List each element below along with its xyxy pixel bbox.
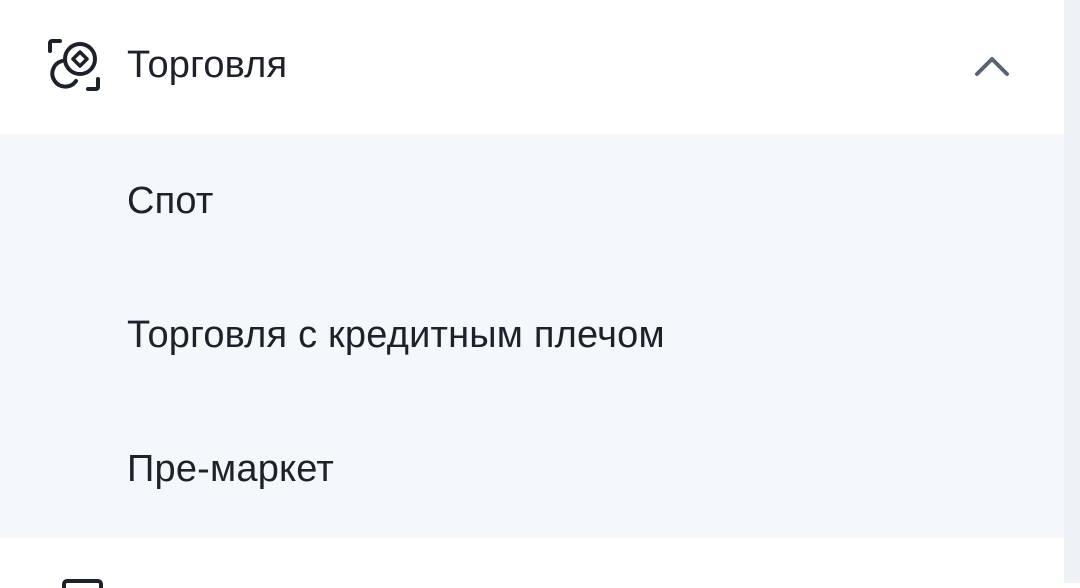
submenu-item-spot[interactable]: Спот <box>0 134 1064 268</box>
trade-target-icon <box>48 39 100 91</box>
trading-section-title: Торговля <box>127 44 288 86</box>
trading-section-header[interactable]: Торговля <box>0 0 1064 134</box>
scrollbar-track[interactable] <box>1064 0 1080 583</box>
chevron-up-icon[interactable] <box>972 52 1012 80</box>
document-icon <box>62 579 103 588</box>
submenu-item-margin-trading[interactable]: Торговля с кредитным плечом <box>0 268 1064 402</box>
menu-panel: Торговля Спот Торговля с кредитным плечо… <box>0 0 1064 588</box>
submenu-item-label: Спот <box>127 180 214 222</box>
next-section-header[interactable] <box>0 538 1064 588</box>
trading-submenu: Спот Торговля с кредитным плечом Пре-мар… <box>0 134 1064 538</box>
submenu-item-pre-market[interactable]: Пре-маркет <box>0 402 1064 536</box>
submenu-item-label: Торговля с кредитным плечом <box>127 314 665 356</box>
submenu-item-label: Пре-маркет <box>127 448 334 490</box>
